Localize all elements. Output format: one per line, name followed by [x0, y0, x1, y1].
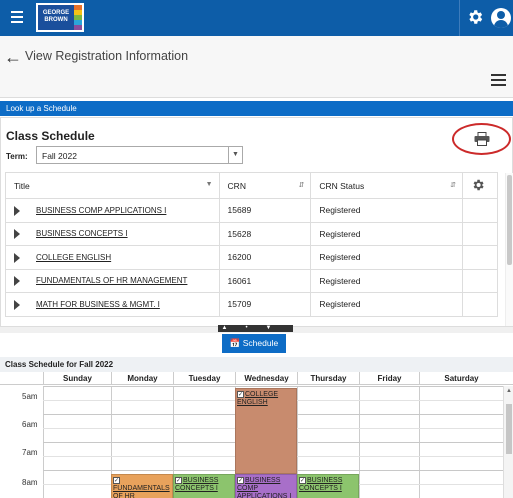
calendar-title: Class Schedule for Fall 2022 [0, 357, 513, 372]
sort-icon[interactable]: ⇵ [298, 181, 304, 189]
crn-cell: 16200 [218, 245, 312, 270]
time-label: 6am [22, 420, 38, 429]
expand-icon[interactable] [14, 205, 20, 216]
table-row[interactable]: BUSINESS COMP APPLICATIONS I 15689 Regis… [5, 198, 498, 223]
calendar-event[interactable]: ✓ BUSINESS CONCEPTS I [173, 474, 235, 498]
user-icon[interactable] [491, 8, 511, 28]
day-header-sunday: Sunday [43, 372, 111, 385]
class-schedule-title: Class Schedule [6, 129, 95, 143]
expand-icon[interactable] [14, 276, 20, 287]
status-cell: Registered [310, 198, 464, 223]
crn-cell: 15628 [218, 221, 312, 246]
college-logo[interactable]: GEORGE BROWN [35, 2, 85, 33]
calendar-icon: 📅 [229, 338, 241, 348]
gear-icon[interactable] [471, 178, 485, 192]
sort-icon[interactable]: ⇵ [450, 181, 456, 189]
schedule-button-label: Schedule [242, 338, 279, 348]
time-label: 5am [22, 392, 38, 401]
day-header-saturday: Saturday [419, 372, 503, 385]
calendar-event[interactable]: ✓FUNDAMENTALS OF HR MANAGEMENT [111, 474, 173, 498]
course-link[interactable]: BUSINESS CONCEPTS I [36, 229, 128, 238]
status-cell: Registered [310, 268, 464, 293]
check-icon: ✓ [237, 391, 244, 398]
expand-icon[interactable] [14, 299, 20, 310]
term-select[interactable]: Fall 2022 ▼ [36, 146, 243, 164]
calendar-event[interactable]: ✓ COLLEGE ENGLISH [235, 388, 297, 474]
course-link[interactable]: BUSINESS COMP APPLICATIONS I [36, 206, 166, 215]
course-link[interactable]: MATH FOR BUSINESS & MGMT. I [36, 300, 160, 309]
logo-text: GEORGE BROWN [38, 5, 74, 30]
logo-stripes [74, 5, 82, 30]
day-header-friday: Friday [359, 372, 419, 385]
crn-cell: 16061 [218, 268, 312, 293]
day-header-thursday: Thursday [297, 372, 359, 385]
column-header-crn-status[interactable]: CRN Status ⇵ [310, 172, 464, 199]
gear-icon[interactable] [466, 8, 484, 26]
check-icon: ✓ [237, 477, 244, 484]
splitter-handle[interactable]: ▲•▼ [218, 325, 293, 332]
table-row[interactable]: FUNDAMENTALS OF HR MANAGEMENT 16061 Regi… [5, 268, 498, 293]
calendar-grid: 5am 6am 7am 8am ✓ COLLEGE ENGLISH ✓FUNDAM… [0, 386, 503, 498]
table-scrollbar[interactable] [505, 173, 513, 326]
sort-down-icon[interactable]: ▼ [206, 181, 213, 188]
topbar-divider [459, 0, 460, 36]
calendar-scrollbar[interactable]: ▲ [503, 386, 513, 498]
menu-icon[interactable] [8, 11, 23, 23]
top-bar: GEORGE BROWN [0, 0, 513, 36]
registration-table: Title ▼ CRN ⇵ CRN Status ⇵ BUSINESS COMP AP… [5, 172, 498, 317]
table-row[interactable]: BUSINESS CONCEPTS I 15628 Registered [5, 221, 498, 246]
calendar-day-header: Sunday Monday Tuesday Wednesday Thursday… [0, 372, 513, 385]
class-schedule-panel: Class Schedule Term: Fall 2022 ▼ Title ▼ … [0, 117, 513, 327]
expand-icon[interactable] [14, 229, 20, 240]
status-cell: Registered [310, 292, 464, 317]
calendar-event[interactable]: ✓ BUSINESS COMP APPLICATIONS I [235, 474, 297, 498]
check-icon: ✓ [175, 477, 182, 484]
lookup-schedule-bar[interactable]: Look up a Schedule [0, 101, 513, 116]
table-row[interactable]: MATH FOR BUSINESS & MGMT. I 15709 Regist… [5, 292, 498, 317]
scroll-up-icon[interactable]: ▲ [506, 388, 512, 394]
column-settings[interactable] [462, 172, 498, 199]
page-title: View Registration Information [25, 49, 189, 63]
arrow-left-icon[interactable]: ← [4, 47, 22, 68]
page-header: ← View Registration Information [0, 36, 513, 98]
hamburger-icon[interactable] [491, 74, 506, 86]
term-value: Fall 2022 [42, 151, 77, 161]
printer-icon[interactable] [474, 132, 490, 146]
column-header-crn[interactable]: CRN ⇵ [218, 172, 312, 199]
time-label: 7am [22, 448, 38, 457]
crn-cell: 15689 [218, 198, 312, 223]
check-icon: ✓ [299, 477, 306, 484]
crn-cell: 15709 [218, 292, 312, 317]
chevron-down-icon[interactable]: ▼ [228, 147, 242, 163]
check-icon: ✓ [113, 477, 120, 484]
schedule-button[interactable]: 📅 Schedule [222, 334, 286, 353]
column-header-title[interactable]: Title ▼ [5, 172, 220, 199]
day-header-monday: Monday [111, 372, 173, 385]
calendar-event[interactable]: ✓ BUSINESS CONCEPTS I [297, 474, 359, 498]
status-cell: Registered [310, 245, 464, 270]
table-row[interactable]: COLLEGE ENGLISH 16200 Registered [5, 245, 498, 270]
term-label: Term: [6, 152, 28, 161]
day-header-wednesday: Wednesday [235, 372, 297, 385]
status-cell: Registered [310, 221, 464, 246]
course-link[interactable]: COLLEGE ENGLISH [36, 253, 111, 262]
day-header-tuesday: Tuesday [173, 372, 235, 385]
time-label: 8am [22, 478, 38, 487]
course-link[interactable]: FUNDAMENTALS OF HR MANAGEMENT [36, 276, 187, 285]
expand-icon[interactable] [14, 252, 20, 263]
